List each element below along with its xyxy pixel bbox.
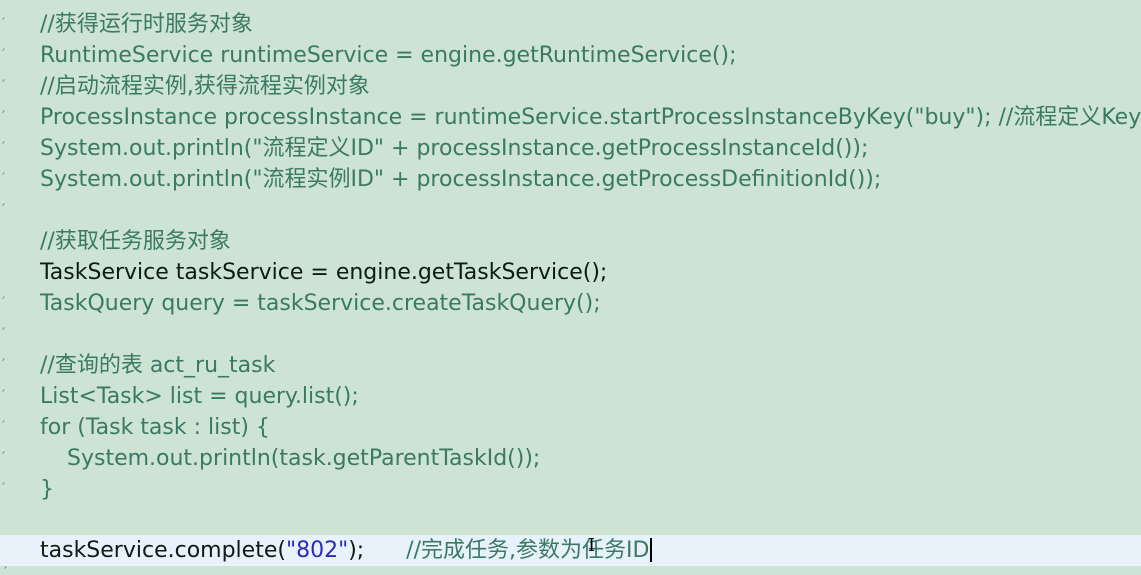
code-line[interactable]: //获取任务服务对象: [0, 226, 1141, 257]
line-marker-icon: ′: [2, 47, 6, 63]
code-line[interactable]: ′ for (Task task : list) {: [0, 412, 1141, 443]
line-marker-icon: ′: [4, 565, 8, 575]
code-line[interactable]: ′ //获得运行时服务对象: [0, 9, 1141, 40]
code-text: System.out.println("流程实例ID" + processIns…: [40, 167, 882, 192]
code-line[interactable]: ′ RuntimeService runtimeService = engine…: [0, 40, 1141, 71]
code-line[interactable]: ′ }: [0, 474, 1141, 505]
line-marker-icon: ′: [2, 171, 6, 187]
string-literal: "802": [285, 538, 349, 563]
line-marker-icon: ′: [2, 202, 6, 218]
code-line[interactable]: ′ //查询的表 act_ru_task: [0, 350, 1141, 381]
code-line[interactable]: ′: [0, 195, 1141, 226]
line-marker-icon: ′: [2, 357, 6, 373]
code-editor[interactable]: ′ //获得运行时服务对象 ′ RuntimeService runtimeSe…: [0, 0, 1141, 575]
code-text: taskService.complete(: [40, 538, 286, 563]
code-line[interactable]: [0, 505, 1141, 536]
code-line[interactable]: ′ //启动流程实例,获得流程实例对象: [0, 71, 1141, 102]
ibeam-cursor-icon: I: [588, 535, 596, 556]
code-line[interactable]: ′ System.out.println(task.getParentTaskI…: [0, 443, 1141, 474]
code-text: System.out.println("流程定义ID" + processIns…: [40, 136, 869, 161]
text-caret: [650, 538, 653, 562]
line-marker-icon: ′: [2, 16, 6, 32]
code-text: TaskService taskService = engine.getTask…: [40, 260, 608, 285]
comment-text: //完成任务,参数为任务ID: [406, 538, 650, 563]
comment-text: //获取任务服务对象: [40, 229, 231, 254]
line-marker-icon: ′: [2, 140, 6, 156]
code-line[interactable]: ′ System.out.println("流程定义ID" + processI…: [0, 133, 1141, 164]
current-line-code: taskService.complete("802"); //完成任务,参数为任…: [40, 535, 653, 566]
code-line[interactable]: ′: [0, 319, 1141, 350]
code-line[interactable]: ′ System.out.println("流程实例ID" + processI…: [0, 164, 1141, 195]
line-marker-icon: ′: [2, 388, 6, 404]
line-marker-icon: ′: [2, 481, 6, 497]
line-marker-icon: ′: [2, 419, 6, 435]
code-text: TaskQuery query = taskService.createTask…: [40, 291, 601, 316]
comment-text: //启动流程实例,获得流程实例对象: [40, 74, 370, 99]
line-marker-icon: ′: [2, 109, 6, 125]
line-marker-icon: ′: [2, 78, 6, 94]
line-marker-icon: ′: [2, 295, 6, 311]
code-text: );: [348, 538, 365, 563]
comment-text: //查询的表 act_ru_task: [40, 353, 276, 378]
code-line[interactable]: TaskService taskService = engine.getTask…: [0, 257, 1141, 288]
code-line[interactable]: ′ List<Task> list = query.list();: [0, 381, 1141, 412]
code-text: ProcessInstance processInstance = runtim…: [40, 105, 1141, 130]
line-marker-icon: ′: [2, 450, 6, 466]
code-text: List<Task> list = query.list();: [40, 384, 359, 409]
code-text: System.out.println(task.getParentTaskId(…: [67, 446, 541, 471]
code-line[interactable]: ′ TaskQuery query = taskService.createTa…: [0, 288, 1141, 319]
code-line[interactable]: ′ ProcessInstance processInstance = runt…: [0, 102, 1141, 133]
code-text: for (Task task : list) {: [40, 415, 270, 440]
code-text: RuntimeService runtimeService = engine.g…: [40, 43, 737, 68]
comment-text: //获得运行时服务对象: [40, 12, 253, 37]
current-code-line[interactable]: taskService.complete("802"); //完成任务,参数为任…: [0, 535, 1141, 566]
line-marker-icon: ′: [2, 326, 6, 342]
code-spacer: [364, 538, 406, 563]
code-text: }: [40, 477, 54, 502]
